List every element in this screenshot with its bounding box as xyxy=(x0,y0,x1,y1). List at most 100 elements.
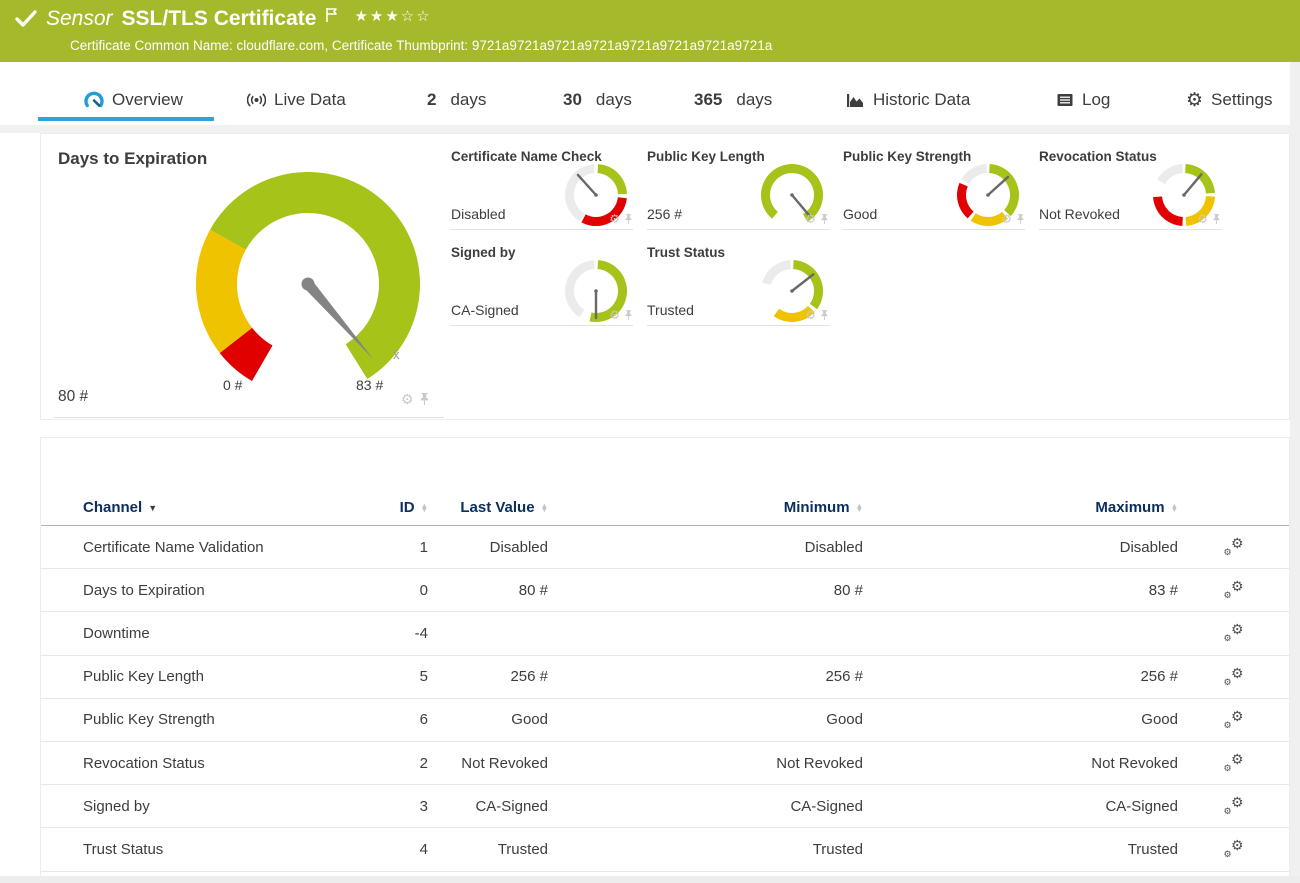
tab-live-data[interactable]: Live Data xyxy=(247,90,346,110)
status-ok-icon xyxy=(14,8,38,30)
priority-stars[interactable]: ★★★☆☆ xyxy=(354,7,431,25)
cell-id: 4 xyxy=(363,841,428,858)
table-row: Revocation Status2Not RevokedNot Revoked… xyxy=(41,742,1289,785)
pin-icon[interactable] xyxy=(1016,213,1025,225)
cell-maximum: Trusted xyxy=(863,841,1178,858)
cell-actions: ⚙⚙ xyxy=(1178,839,1289,859)
channel-settings-gears-icon[interactable]: ⚙⚙ xyxy=(1224,623,1244,643)
live-data-icon xyxy=(247,91,266,109)
cell-last-value: Trusted xyxy=(428,841,548,858)
table-row: Trust Status4TrustedTrustedTrusted⚙⚙ xyxy=(41,828,1289,871)
gauge-cell-certificate-name-check: Certificate Name Check Disabled ⚙ xyxy=(451,146,633,230)
column-header-minimum[interactable]: Minimum▲▼ xyxy=(548,499,863,516)
channel-settings-gears-icon[interactable]: ⚙⚙ xyxy=(1224,580,1244,600)
cell-minimum: Trusted xyxy=(548,841,863,858)
table-row: Signed by3CA-SignedCA-SignedCA-Signed⚙⚙ xyxy=(41,785,1289,828)
cell-channel: Certificate Name Validation xyxy=(41,539,363,556)
cell-id: 5 xyxy=(363,668,428,685)
cell-minimum: 256 # xyxy=(548,668,863,685)
flag-icon[interactable] xyxy=(324,7,340,23)
cell-maximum: Disabled xyxy=(863,539,1178,556)
cell-actions: ⚙⚙ xyxy=(1178,667,1289,687)
channel-table-body: Certificate Name Validation1DisabledDisa… xyxy=(41,526,1289,872)
cell-last-value: Good xyxy=(428,711,548,728)
channels-panel: Channel▼ ID▲▼ Last Value▲▼ Minimum▲▼ Max… xyxy=(40,437,1290,883)
sort-icon: ▲▼ xyxy=(1171,504,1178,513)
cell-minimum: Good xyxy=(548,711,863,728)
channel-settings-gears-icon[interactable]: ⚙⚙ xyxy=(1224,839,1244,859)
channel-settings-gear-icon[interactable]: ⚙ xyxy=(401,392,414,406)
gauge-cell-signed-by: Signed by CA-Signed ⚙ xyxy=(451,242,633,326)
cell-minimum: 80 # xyxy=(548,582,863,599)
tab-historic-data[interactable]: Historic Data xyxy=(845,90,970,110)
column-header-last-value[interactable]: Last Value▲▼ xyxy=(428,499,548,516)
pin-icon[interactable] xyxy=(624,309,633,321)
sensor-kind-label: Sensor xyxy=(46,7,113,31)
gauge-cell-revocation-status: Revocation Status Not Revoked ⚙ xyxy=(1039,146,1221,230)
cell-id: 0 xyxy=(363,582,428,599)
divider-band xyxy=(0,125,1300,133)
cell-actions: ⚙⚙ xyxy=(1178,623,1289,643)
pin-icon[interactable] xyxy=(820,213,829,225)
channel-settings-gears-icon[interactable]: ⚙⚙ xyxy=(1224,710,1244,730)
sensor-header: Sensor SSL/TLS Certificate ★★★☆☆ Certifi… xyxy=(0,0,1300,62)
pin-icon[interactable] xyxy=(1212,213,1221,225)
channel-settings-gears-icon[interactable]: ⚙⚙ xyxy=(1224,753,1244,773)
pin-icon[interactable] xyxy=(820,309,829,321)
gauge-icon xyxy=(84,91,104,110)
area-chart-icon xyxy=(845,92,865,109)
column-header-channel[interactable]: Channel▼ xyxy=(41,499,363,516)
channel-settings-gear-icon[interactable]: ⚙ xyxy=(805,213,816,225)
cell-last-value: Disabled xyxy=(428,539,548,556)
cell-channel: Public Key Strength xyxy=(41,711,363,728)
channel-settings-gear-icon[interactable]: ⚙ xyxy=(1001,213,1012,225)
tab-365-days[interactable]: 365days xyxy=(694,90,772,110)
cell-id: 1 xyxy=(363,539,428,556)
tab-overview[interactable]: Overview xyxy=(84,90,183,110)
page-title: SSL/TLS Certificate xyxy=(122,7,317,31)
cell-channel: Days to Expiration xyxy=(41,582,363,599)
cell-channel: Downtime xyxy=(41,625,363,642)
sensor-subtitle: Certificate Common Name: cloudflare.com,… xyxy=(70,38,772,53)
cell-last-value: 256 # xyxy=(428,668,548,685)
cell-actions: ⚙⚙ xyxy=(1178,710,1289,730)
channel-settings-gear-icon[interactable]: ⚙ xyxy=(609,309,620,321)
cell-minimum: Not Revoked xyxy=(548,755,863,772)
gauge-cell-public-key-length: Public Key Length 256 # ⚙ xyxy=(647,146,829,230)
table-row: Days to Expiration080 #80 #83 #⚙⚙ xyxy=(41,569,1289,612)
big-gauge-max-label: 83 # xyxy=(356,377,383,393)
cell-id: 2 xyxy=(363,755,428,772)
cell-actions: ⚙⚙ xyxy=(1178,537,1289,557)
log-icon xyxy=(1056,92,1074,108)
cell-maximum: Not Revoked xyxy=(863,755,1178,772)
channel-settings-gears-icon[interactable]: ⚙⚙ xyxy=(1224,537,1244,557)
table-row: Public Key Length5256 #256 #256 #⚙⚙ xyxy=(41,656,1289,699)
tab-2-days[interactable]: 2days xyxy=(427,90,486,110)
channel-settings-gears-icon[interactable]: ⚙⚙ xyxy=(1224,667,1244,687)
tab-log[interactable]: Log xyxy=(1056,90,1110,110)
column-header-id[interactable]: ID▲▼ xyxy=(363,499,428,516)
pin-icon[interactable] xyxy=(624,213,633,225)
channel-settings-gears-icon[interactable]: ⚙⚙ xyxy=(1224,796,1244,816)
cell-last-value: Not Revoked xyxy=(428,755,548,772)
cell-channel: Public Key Length xyxy=(41,668,363,685)
tab-bar: Overview Live Data 2days 30days 365days xyxy=(0,62,1300,125)
channel-table: Channel▼ ID▲▼ Last Value▲▼ Minimum▲▼ Max… xyxy=(41,490,1289,872)
cell-id: -4 xyxy=(363,625,428,642)
channel-settings-gear-icon[interactable]: ⚙ xyxy=(609,213,620,225)
cell-divider xyxy=(54,417,444,418)
gauge-cell-public-key-strength: Public Key Strength Good ⚙ xyxy=(843,146,1025,230)
cell-maximum: 256 # xyxy=(863,668,1178,685)
sensor-overview-page: Sensor SSL/TLS Certificate ★★★☆☆ Certifi… xyxy=(0,0,1300,883)
pin-icon[interactable] xyxy=(419,392,430,406)
tab-30-days[interactable]: 30days xyxy=(563,90,632,110)
sort-desc-icon: ▼ xyxy=(148,503,157,513)
cell-minimum: Disabled xyxy=(548,539,863,556)
sort-icon: ▲▼ xyxy=(541,504,548,513)
channel-settings-gear-icon[interactable]: ⚙ xyxy=(1197,213,1208,225)
tab-settings[interactable]: ⚙ Settings xyxy=(1186,90,1272,110)
page-bottom-strip xyxy=(0,876,1300,883)
table-row: Downtime-4 ⚙⚙ xyxy=(41,612,1289,655)
column-header-maximum[interactable]: Maximum▲▼ xyxy=(863,499,1178,516)
channel-settings-gear-icon[interactable]: ⚙ xyxy=(805,309,816,321)
